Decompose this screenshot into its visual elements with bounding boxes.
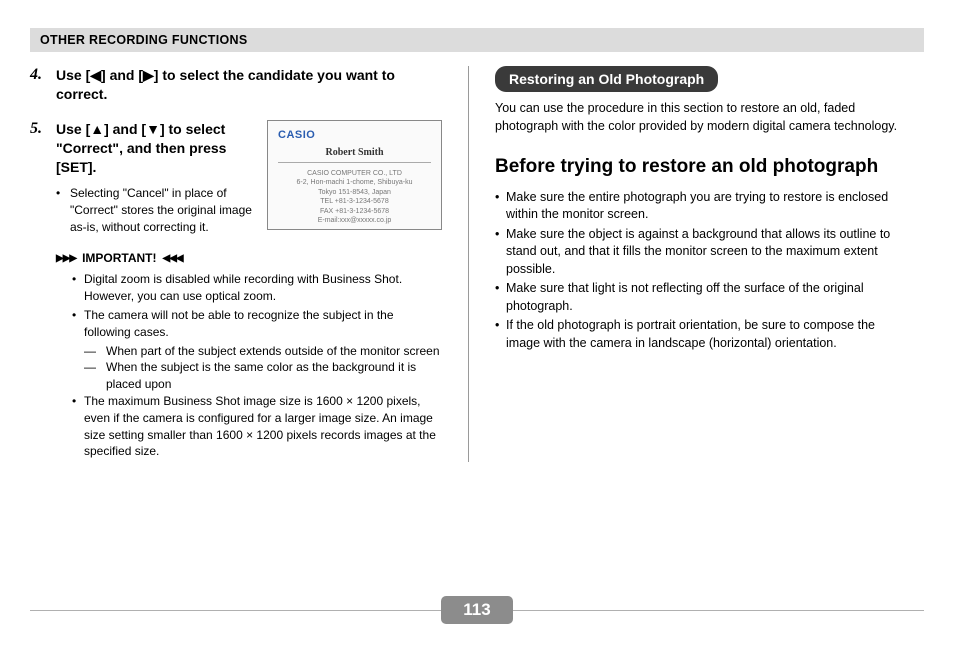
section-header: OTHER RECORDING FUNCTIONS <box>30 28 924 52</box>
footer-rule <box>513 610 924 611</box>
list-item: •Make sure the object is against a backg… <box>495 226 906 279</box>
step-5: 5. Use [▲] and [▼] to select "Correct", … <box>30 120 442 235</box>
right-column: Restoring an Old Photograph You can use … <box>468 66 906 462</box>
bullet-list: •Make sure the entire photograph you are… <box>495 189 906 353</box>
dash-item: —When the subject is the same color as t… <box>84 359 442 393</box>
triangle-right-icon: ▶ <box>143 67 154 83</box>
list-item: •Make sure the entire photograph you are… <box>495 189 906 224</box>
list-item: •If the old photograph is portrait orien… <box>495 317 906 352</box>
triangle-down-icon: ▼ <box>146 121 160 137</box>
dash-item: —When part of the subject extends outsid… <box>84 343 442 360</box>
footer-rule <box>30 610 441 611</box>
bullet-dot: • <box>56 185 70 235</box>
important-list: •Digital zoom is disabled while recordin… <box>72 271 442 460</box>
step-title: Use [◀] and [▶] to select the candidate … <box>56 67 395 102</box>
step-number: 5. <box>30 120 56 235</box>
content-columns: 4. Use [◀] and [▶] to select the candida… <box>30 66 924 462</box>
arrow-right-icon: ▶▶▶ <box>56 253 76 264</box>
section-pill: Restoring an Old Photograph <box>495 66 718 92</box>
triangle-up-icon: ▲ <box>90 121 104 137</box>
subsection-heading: Before trying to restore an old photogra… <box>495 155 906 179</box>
card-logo: CASIO <box>278 129 431 141</box>
arrow-left-icon: ◀◀◀ <box>163 253 183 264</box>
list-item: •The camera will not be able to recogniz… <box>72 307 442 341</box>
list-item: •The maximum Business Shot image size is… <box>72 393 442 460</box>
step-title: Use [▲] and [▼] to select "Correct", and… <box>56 121 226 175</box>
important-heading: ▶▶▶ IMPORTANT! ◀◀◀ <box>56 251 442 265</box>
page-footer: 113 <box>30 596 924 624</box>
triangle-left-icon: ◀ <box>90 67 101 83</box>
left-column: 4. Use [◀] and [▶] to select the candida… <box>30 66 468 462</box>
page-number: 113 <box>441 596 512 624</box>
card-details: CASIO COMPUTER CO., LTD 6-2, Hon-machi 1… <box>278 169 431 226</box>
card-name: Robert Smith <box>278 147 431 163</box>
list-item: •Digital zoom is disabled while recordin… <box>72 271 442 305</box>
step-number: 4. <box>30 66 56 104</box>
step-4: 4. Use [◀] and [▶] to select the candida… <box>30 66 442 104</box>
business-card-sample: CASIO Robert Smith CASIO COMPUTER CO., L… <box>267 120 442 230</box>
step-note: • Selecting "Cancel" in place of "Correc… <box>56 185 253 235</box>
list-item: •Make sure that light is not reflecting … <box>495 280 906 315</box>
intro-paragraph: You can use the procedure in this sectio… <box>495 100 906 135</box>
